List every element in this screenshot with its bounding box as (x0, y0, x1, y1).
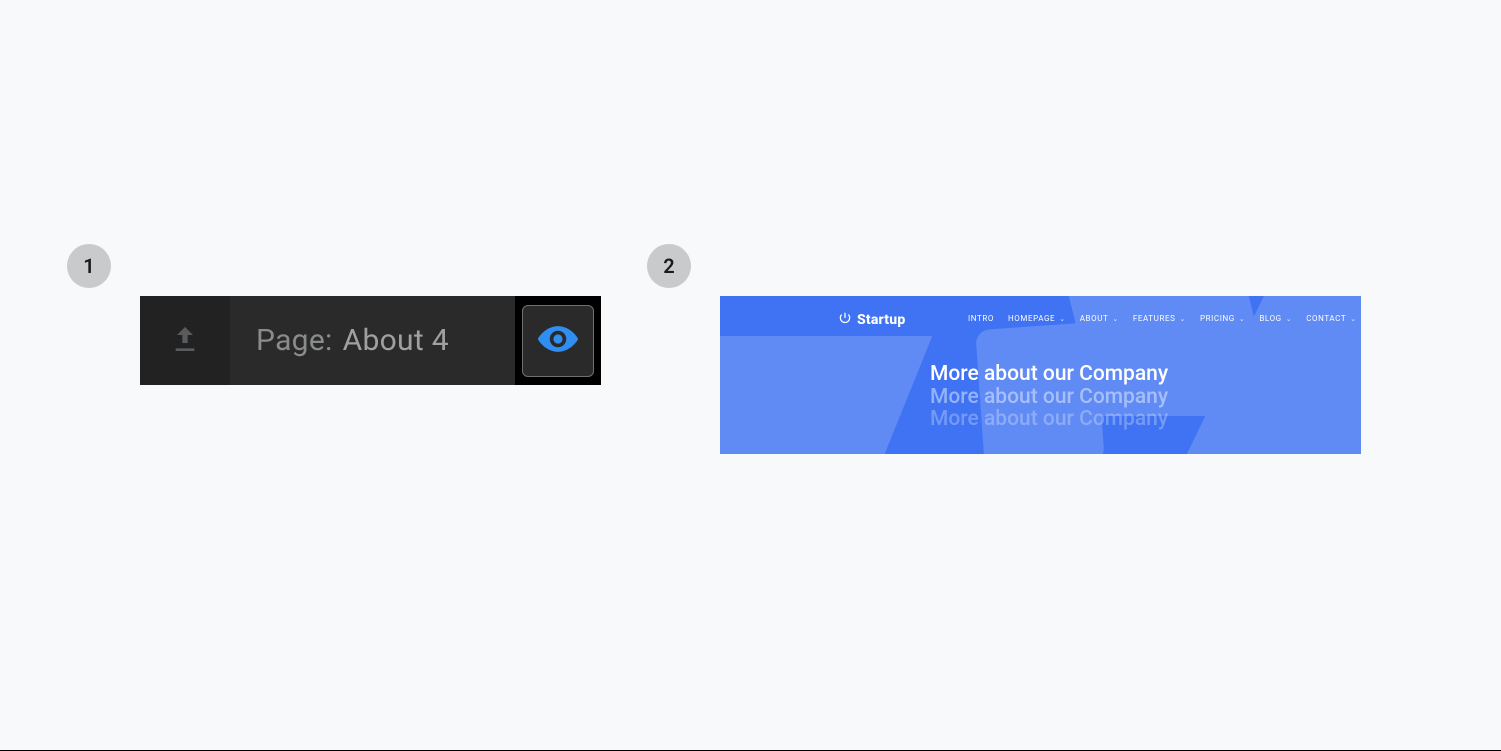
hero-heading-echo-1: More about our Company (930, 386, 1361, 409)
nav-item-blog[interactable]: BLOG ⌄ (1259, 314, 1292, 323)
page-selector[interactable]: Page: About 4 (230, 296, 515, 385)
chevron-down-icon: ⌄ (1059, 315, 1065, 323)
step-badge-1: 1 (67, 244, 111, 288)
hero-heading-stack: More about our Company More about our Co… (930, 363, 1361, 431)
nav-item-pricing[interactable]: PRICING ⌄ (1200, 314, 1245, 323)
preview-slot (515, 296, 601, 385)
nav-item-contact[interactable]: CONTACT ⌄ (1306, 314, 1356, 323)
nav-item-label: INTRO (968, 314, 994, 323)
page-label: Page: (256, 323, 333, 358)
nav-item-label: PRICING (1200, 314, 1235, 323)
upload-icon (169, 323, 201, 359)
nav-item-label: ABOUT (1080, 314, 1109, 323)
chevron-down-icon: ⌄ (1350, 315, 1356, 323)
editor-toolbar: Page: About 4 (140, 296, 601, 385)
step-badge-2: 2 (647, 244, 691, 288)
website-hero-preview: Startup INTRO HOMEPAGE ⌄ ABOUT ⌄ FEATURE… (720, 296, 1361, 454)
nav-item-homepage[interactable]: HOMEPAGE ⌄ (1008, 314, 1066, 323)
nav-menu: INTRO HOMEPAGE ⌄ ABOUT ⌄ FEATURES ⌄ PRIC… (968, 314, 1357, 323)
nav-item-label: BLOG (1259, 314, 1281, 323)
nav-item-features[interactable]: FEATURES ⌄ (1133, 314, 1186, 323)
page-value: About 4 (343, 323, 449, 358)
chevron-down-icon: ⌄ (1286, 315, 1292, 323)
nav-item-about[interactable]: ABOUT ⌄ (1080, 314, 1119, 323)
nav-item-label: CONTACT (1306, 314, 1346, 323)
nav-item-intro[interactable]: INTRO (968, 314, 994, 323)
chevron-down-icon: ⌄ (1239, 315, 1245, 323)
hero-nav: INTRO HOMEPAGE ⌄ ABOUT ⌄ FEATURES ⌄ PRIC… (720, 296, 1361, 323)
nav-item-label: HOMEPAGE (1008, 314, 1055, 323)
eye-icon (536, 317, 580, 365)
chevron-down-icon: ⌄ (1112, 315, 1118, 323)
chevron-down-icon: ⌄ (1180, 315, 1186, 323)
hero-heading-echo-2: More about our Company (930, 408, 1361, 431)
nav-item-label: FEATURES (1133, 314, 1176, 323)
preview-button[interactable] (522, 305, 594, 377)
hero-heading: More about our Company (930, 363, 1361, 386)
publish-button[interactable] (140, 296, 230, 385)
